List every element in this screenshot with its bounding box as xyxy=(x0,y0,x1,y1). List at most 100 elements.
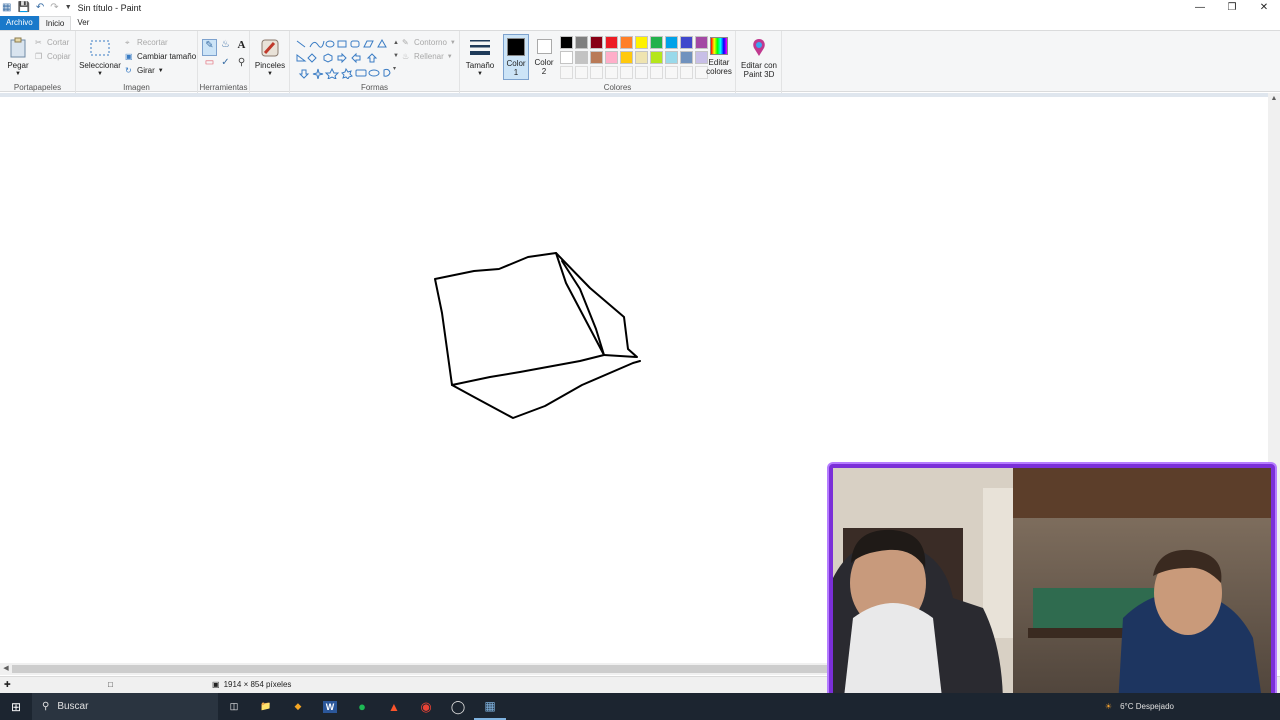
eraser-icon[interactable]: ▭ xyxy=(202,57,217,74)
palette-swatch[interactable] xyxy=(635,36,648,49)
palette-swatch[interactable] xyxy=(605,66,618,79)
palette-swatch[interactable] xyxy=(605,51,618,64)
spotify-icon[interactable]: ● xyxy=(346,693,378,720)
palette-swatch[interactable] xyxy=(560,66,573,79)
group-paint3d: Editar con Paint 3D xyxy=(736,31,782,93)
group-label: Portapapeles xyxy=(13,83,62,92)
palette-swatch[interactable] xyxy=(665,66,678,79)
customize-quick-access-icon[interactable]: ▼ xyxy=(65,1,72,15)
close-button[interactable]: ✕ xyxy=(1248,0,1280,16)
tab-inicio[interactable]: Inicio xyxy=(38,16,72,30)
windows-start-icon[interactable]: ⊞ xyxy=(0,693,32,720)
palette-swatch[interactable] xyxy=(680,51,693,64)
shapes-scroll[interactable]: ▲ ▼ ▾ xyxy=(393,37,399,76)
ribbon-tabs: Archivo Inicio Ver xyxy=(0,16,1280,30)
restore-button[interactable]: ❐ xyxy=(1216,0,1248,16)
rotate-icon: ↻ xyxy=(125,66,132,75)
paint-app-icon: ▦ xyxy=(2,2,12,13)
palette-swatch[interactable] xyxy=(635,51,648,64)
fill-bucket-icon[interactable]: ♨ xyxy=(218,39,233,56)
group-brushes: Pinceles ▼ xyxy=(250,31,290,93)
pencil-icon[interactable]: ✎ xyxy=(202,39,217,56)
weather-icon: ☀ xyxy=(1104,702,1113,711)
minimize-button[interactable]: — xyxy=(1184,0,1216,16)
brush-icon xyxy=(261,39,279,57)
palette-swatch[interactable] xyxy=(575,51,588,64)
palette-swatch[interactable] xyxy=(650,36,663,49)
magnifier-icon[interactable]: ⚲ xyxy=(234,57,249,74)
palette-swatch[interactable] xyxy=(665,36,678,49)
group-size: Tamaño ▼ xyxy=(460,31,500,93)
selection-icon: □ xyxy=(108,680,113,689)
palette-swatch[interactable] xyxy=(590,51,603,64)
color-picker-icon[interactable]: ✓ xyxy=(218,57,233,74)
color1-button[interactable]: Color 1 xyxy=(503,34,529,80)
cut-button[interactable]: ✂ Cortar xyxy=(35,38,69,47)
size-button[interactable]: Tamaño ▼ xyxy=(464,37,496,79)
select-button[interactable]: Seleccionar ▼ xyxy=(79,37,121,79)
group-label: Herramientas xyxy=(199,83,248,92)
palette-swatch[interactable] xyxy=(605,36,618,49)
scroll-left-icon[interactable]: ◀ xyxy=(0,663,12,675)
fill-button[interactable]: ♨ Rellenar ▼ xyxy=(402,52,453,61)
rotate-button[interactable]: ↻ Girar ▼ xyxy=(125,66,164,75)
palette-swatch[interactable] xyxy=(650,66,663,79)
redo-icon[interactable]: ↷ xyxy=(50,1,58,15)
crosshair-icon: ✚ xyxy=(4,680,11,689)
chrome-icon[interactable]: ◉ xyxy=(410,693,442,720)
palette-swatch[interactable] xyxy=(590,66,603,79)
group-colors: Color 1 Color 2 Editar colores Colores xyxy=(500,31,736,93)
palette-swatch[interactable] xyxy=(620,51,633,64)
taskbar: ⊞ ⚲ Buscar ◫ 📁 ◆ W ● ▲ ◉ ◯ ▦ xyxy=(0,693,1280,720)
group-shapes: ▲ ▼ ▾ ✎ Contorno ▼ ♨ Rellenar ▼ Formas xyxy=(290,31,460,93)
palette-swatch[interactable] xyxy=(680,66,693,79)
palette-swatch[interactable] xyxy=(680,36,693,49)
tab-archivo[interactable]: Archivo xyxy=(0,16,39,30)
palette-swatch[interactable] xyxy=(620,36,633,49)
color2-button[interactable]: Color 2 xyxy=(531,34,557,80)
line-width-icon xyxy=(470,40,490,55)
edit-with-paint3d-button[interactable]: Editar con Paint 3D xyxy=(738,37,780,79)
taskbar-search[interactable]: ⚲ Buscar xyxy=(32,693,218,720)
palette-swatch[interactable] xyxy=(575,66,588,79)
scroll-up-icon[interactable]: ▲ xyxy=(1268,93,1280,105)
palette-swatch[interactable] xyxy=(620,66,633,79)
palette-swatch[interactable] xyxy=(575,36,588,49)
obs-icon[interactable]: ◯ xyxy=(442,693,474,720)
save-icon[interactable]: 💾 xyxy=(17,1,29,15)
palette-swatch[interactable] xyxy=(560,36,573,49)
group-label: Colores xyxy=(603,83,632,92)
horizontal-scroll-thumb[interactable] xyxy=(12,665,842,673)
palette-swatch[interactable] xyxy=(635,66,648,79)
scissors-icon: ✂ xyxy=(35,38,42,47)
text-icon[interactable]: A xyxy=(234,39,249,56)
ribbon: Pegar ▼ ✂ Cortar ❐ Copiar Portapapeles Sel… xyxy=(0,30,1280,93)
title-bar: ▦ 💾 ↶ ↷ ▼ Sin título - Paint — ❐ ✕ xyxy=(0,0,1280,16)
copy-button[interactable]: ❐ Copiar xyxy=(35,52,71,61)
resize-button[interactable]: ▣ Cambiar tamaño xyxy=(125,52,196,61)
paint-taskbar-icon[interactable]: ▦ xyxy=(474,693,506,720)
palette-swatch[interactable] xyxy=(590,36,603,49)
tab-ver[interactable]: Ver xyxy=(71,16,95,30)
task-view-icon[interactable]: ◫ xyxy=(218,693,250,720)
palette-swatch[interactable] xyxy=(650,51,663,64)
edit-colors-button[interactable]: Editar colores xyxy=(704,37,734,76)
shapes-gallery[interactable] xyxy=(294,37,394,79)
app-icon[interactable]: ◆ xyxy=(282,693,314,720)
selection-rectangle-icon xyxy=(90,40,110,56)
box-inner-edge-stroke xyxy=(561,260,605,356)
file-explorer-icon[interactable]: 📁 xyxy=(250,693,282,720)
palette-swatch[interactable] xyxy=(560,51,573,64)
undo-icon[interactable]: ↶ xyxy=(36,1,44,15)
paste-button[interactable]: Pegar ▼ xyxy=(6,37,30,79)
webcam-video xyxy=(833,468,1271,706)
outline-button[interactable]: ✎ Contorno ▼ xyxy=(402,38,456,47)
brushes-button[interactable]: Pinceles ▼ xyxy=(254,37,286,79)
crop-button[interactable]: ⌖ Recortar xyxy=(125,38,168,47)
brave-icon[interactable]: ▲ xyxy=(378,693,410,720)
group-tools: ✎ ♨ A ▭ ✓ ⚲ Herramientas xyxy=(198,31,250,93)
outline-icon: ✎ xyxy=(402,38,409,47)
palette-swatch[interactable] xyxy=(665,51,678,64)
word-icon[interactable]: W xyxy=(314,693,346,720)
fill-icon: ♨ xyxy=(402,52,410,61)
